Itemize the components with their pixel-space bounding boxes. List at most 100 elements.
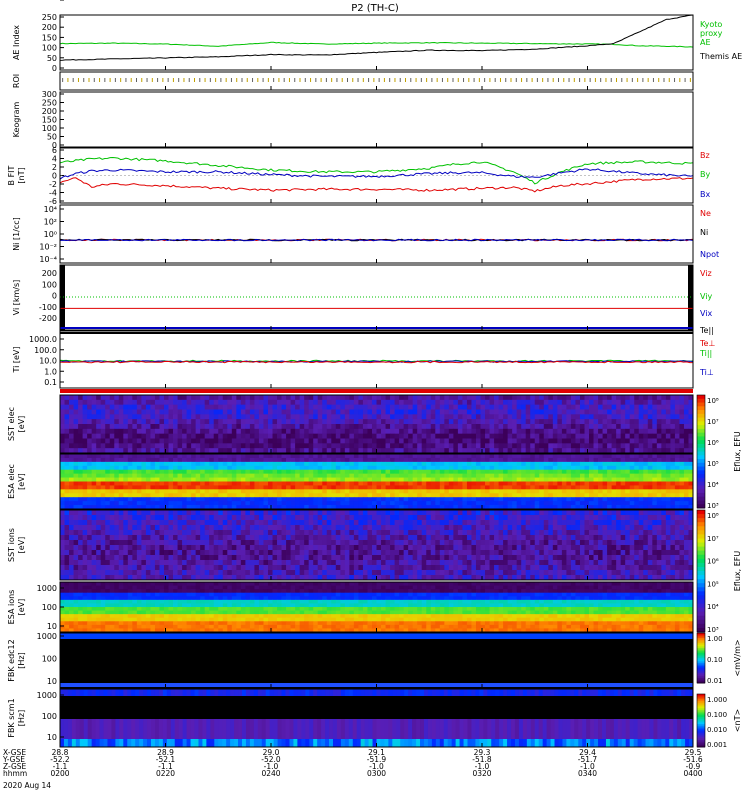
esa-e-cell: [466, 465, 472, 471]
esa-e-cell: [661, 454, 667, 459]
esa-e-cell: [195, 461, 201, 467]
sst-i-cell: [362, 525, 368, 531]
esa-e-cell: [132, 477, 138, 482]
sst-i-cell: [195, 525, 201, 531]
esa-e-cell: [453, 501, 459, 506]
esa-e-cell: [417, 489, 423, 494]
sst-i-cell: [349, 535, 355, 541]
esa-e-cell: [620, 493, 626, 498]
sst-i-cell: [530, 520, 536, 526]
esa-e-cell: [231, 454, 237, 459]
sst-e-cell: [421, 399, 427, 406]
esa-e-cell: [643, 493, 649, 498]
sst-i-cell: [367, 530, 373, 536]
esa-e-cell: [575, 457, 581, 463]
esa-e-cell: [598, 465, 603, 471]
esa-e-cell: [638, 457, 644, 463]
sst-i-cell: [543, 535, 549, 541]
esa-e-cell: [634, 457, 640, 463]
sst-e-cell: [136, 395, 142, 401]
sst-e-colorbar-step: [697, 485, 705, 490]
sst-e-cell: [530, 438, 536, 444]
sst-e-cell: [227, 433, 233, 439]
sst-i-cell: [661, 510, 667, 516]
sst-e-cell: [584, 424, 590, 430]
sst-i-cell: [344, 510, 350, 516]
sst-e-cell: [435, 395, 441, 401]
esa-e-cell: [534, 454, 540, 459]
sst-e-cell: [620, 419, 626, 425]
sst-i-cell: [661, 515, 667, 521]
esa-e-cell: [512, 469, 518, 475]
esa-e-cell: [100, 489, 106, 494]
sst-i-cell: [376, 535, 382, 541]
density-legend-2: Npot: [700, 250, 719, 259]
sst-i-cell: [656, 525, 662, 531]
sst-i-cell: [182, 520, 187, 526]
esa-e-cell: [584, 469, 590, 475]
esa-e-cell: [290, 477, 296, 482]
esa-e-cell: [656, 461, 662, 467]
esa-e-cell: [245, 481, 251, 486]
esa-e-cell: [611, 465, 617, 471]
esa-e-cell: [191, 465, 197, 471]
sst-i-cell: [96, 520, 102, 526]
esa-e-cell: [629, 497, 635, 502]
sst-i-cell: [295, 525, 301, 531]
esa-e-cell: [426, 481, 432, 486]
esa-e-cell: [299, 489, 305, 494]
sst-e-cell: [340, 409, 346, 415]
sst-i-cell: [439, 510, 445, 516]
sst-e-cell: [141, 409, 147, 415]
esa-e-cell: [439, 461, 445, 467]
esa-e-cell: [408, 457, 414, 463]
temperature-ylabel: Ti [eV]: [12, 346, 21, 373]
sst-e-cell: [448, 433, 454, 439]
sst-e-cell: [299, 424, 305, 430]
esa-e-cell: [543, 485, 549, 490]
sst-i-cell: [417, 535, 423, 541]
esa-e-cell: [439, 477, 445, 482]
esa-e-cell: [263, 485, 269, 490]
sst-e-cell: [100, 428, 106, 435]
esa-e-cell: [191, 454, 197, 459]
esa-e-cell: [304, 473, 310, 478]
sst-e-cell: [218, 399, 224, 406]
esa-e-cell: [173, 481, 178, 486]
sst-e-cell: [534, 428, 540, 435]
sst-i-cell: [145, 520, 151, 526]
esa-e-cell: [620, 481, 626, 486]
esa-e-cell: [403, 465, 409, 471]
esa-e-cell: [195, 457, 201, 463]
sst-e-cell: [530, 424, 536, 430]
sst-e-cell: [353, 409, 359, 415]
sst-e-cell: [249, 399, 255, 406]
ae-legend-0: proxy: [700, 29, 723, 38]
sst-i-cell: [231, 530, 237, 536]
sst-e-cell: [249, 428, 255, 435]
esa-e-cell: [525, 461, 531, 467]
esa-e-cell: [231, 473, 237, 478]
sst-e-cell: [367, 404, 373, 410]
sst-e-cell: [629, 395, 635, 401]
esa-e-cell: [394, 501, 400, 506]
esa-e-cell: [145, 461, 151, 467]
esa-e-cell: [616, 489, 622, 494]
sst-e-cell: [575, 438, 581, 444]
sst-i-cell: [78, 545, 84, 551]
sst-i-cell: [485, 540, 490, 546]
esa-e-cell: [494, 497, 499, 502]
sst-e-cell: [616, 433, 622, 439]
sst-e-cell: [100, 399, 106, 406]
esa-e-cell: [295, 497, 301, 502]
sst-e-cell: [435, 433, 441, 439]
sst-e-cell: [299, 404, 305, 410]
sst-e-cell: [665, 395, 671, 401]
sst-i-cell: [584, 515, 590, 521]
esa-e-cell: [417, 469, 423, 475]
sst-i-cell: [494, 510, 499, 516]
esa-e-cell: [136, 461, 142, 467]
sst-i-cell: [195, 535, 201, 541]
esa-e-cell: [154, 465, 160, 471]
esa-e-cell: [317, 477, 323, 482]
